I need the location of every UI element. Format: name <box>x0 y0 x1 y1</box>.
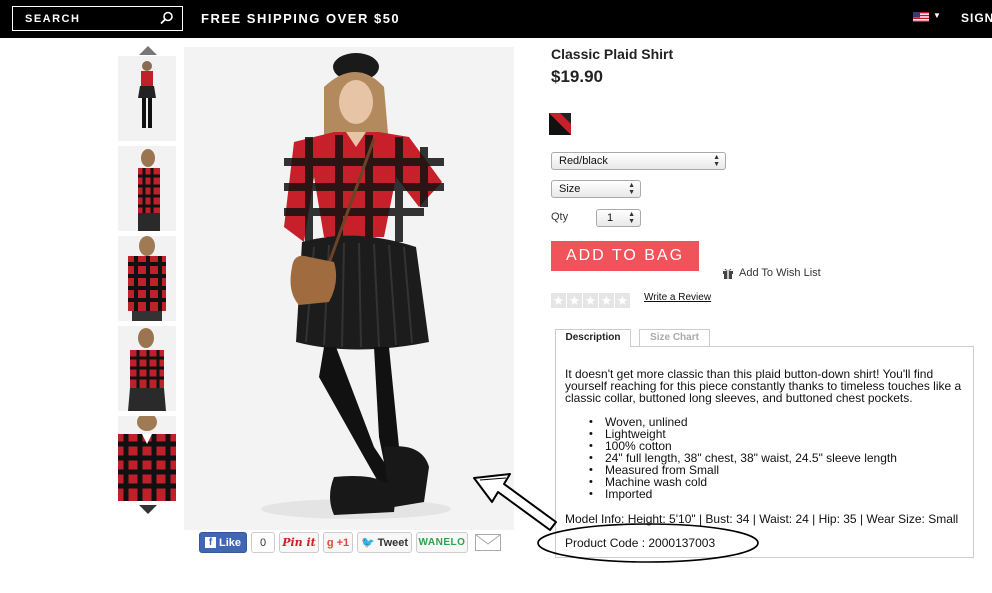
thumbnail-up-arrow-icon[interactable] <box>139 46 157 55</box>
gift-icon <box>723 268 733 279</box>
wish-list-label: Add To Wish List <box>739 267 821 279</box>
color-select[interactable]: Red/black ▲ ▼ <box>551 152 726 170</box>
tab-description[interactable]: Description <box>555 329 631 347</box>
google-plus-label: +1 <box>336 536 350 549</box>
pinterest-button[interactable]: Pin it <box>279 532 319 553</box>
product-title: Classic Plaid Shirt <box>551 46 674 62</box>
sign-in-link[interactable]: SIGN <box>961 11 992 25</box>
facebook-icon: f <box>204 537 216 548</box>
main-product-image[interactable] <box>184 47 514 530</box>
us-flag-icon[interactable] <box>913 12 929 22</box>
wanelo-button[interactable]: WANELO <box>416 532 468 553</box>
search-icon[interactable] <box>160 11 174 25</box>
thumbnail-1[interactable] <box>118 56 176 141</box>
description-text: It doesn't get more classic than this pl… <box>565 367 962 405</box>
promo-banner[interactable]: FREE SHIPPING OVER $50 <box>201 11 400 26</box>
write-review-link[interactable]: Write a Review <box>644 292 711 303</box>
thumbnail-3[interactable] <box>118 236 176 321</box>
google-plus-icon: g <box>326 536 334 549</box>
thumbnail-down-arrow-icon[interactable] <box>139 505 157 514</box>
qty-label: Qty <box>551 211 569 223</box>
select-arrows-icon: ▲ ▼ <box>628 182 635 196</box>
size-select[interactable]: Size ▲ ▼ <box>551 180 641 198</box>
star-icon: ★ <box>551 293 566 308</box>
thumbnail-5[interactable] <box>118 416 176 501</box>
facebook-like-button[interactable]: f Like <box>199 532 247 553</box>
email-share-icon[interactable] <box>475 534 501 551</box>
tweet-button[interactable]: 🐦 Tweet <box>357 532 412 553</box>
star-icon: ★ <box>567 293 582 308</box>
facebook-like-count: 0 <box>251 532 275 553</box>
tab-size-chart[interactable]: Size Chart <box>639 329 710 346</box>
facebook-like-label: Like <box>218 536 241 549</box>
highlight-oval-annotation <box>537 523 759 563</box>
star-icon: ★ <box>599 293 614 308</box>
search-label: SEARCH <box>25 13 81 25</box>
select-arrows-icon: ▲ ▼ <box>628 211 635 225</box>
thumbnail-2[interactable] <box>118 146 176 231</box>
chevron-down-icon[interactable]: ▼ <box>933 11 941 20</box>
size-select-value: Size <box>559 183 581 195</box>
qty-select-value: 1 <box>607 212 614 224</box>
select-arrows-icon: ▲ ▼ <box>713 154 720 168</box>
rating-stars: ★ ★ ★ ★ ★ <box>551 293 630 308</box>
product-price: $19.90 <box>551 67 603 86</box>
google-plus-button[interactable]: g +1 <box>323 532 353 553</box>
star-icon: ★ <box>583 293 598 308</box>
list-item: Imported <box>589 488 897 500</box>
search-input[interactable]: SEARCH <box>12 6 183 31</box>
add-to-bag-button[interactable]: ADD TO BAG <box>551 241 699 271</box>
qty-select[interactable]: 1 ▲ ▼ <box>596 209 641 227</box>
tweet-label: Tweet <box>377 536 409 549</box>
feature-list: Woven, unlined Lightweight 100% cotton 2… <box>589 416 897 500</box>
star-icon: ★ <box>615 293 630 308</box>
top-bar: SEARCH FREE SHIPPING OVER $50 ▼ SIGN <box>0 0 992 38</box>
pointer-arrow-annotation <box>473 473 557 531</box>
color-swatch-red-black[interactable] <box>549 113 571 135</box>
color-select-value: Red/black <box>559 155 608 167</box>
add-to-wish-list-link[interactable]: Add To Wish List <box>722 267 821 279</box>
twitter-bird-icon: 🐦 <box>360 537 375 549</box>
thumbnail-4[interactable] <box>118 326 176 411</box>
